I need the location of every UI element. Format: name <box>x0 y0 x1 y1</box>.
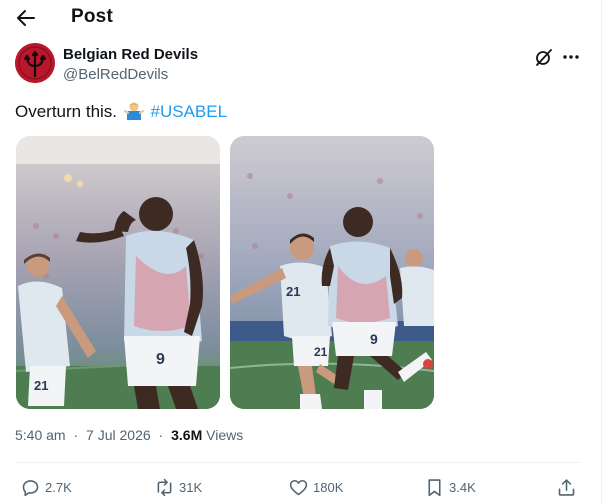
tweet-meta: 5:40 am · 7 Jul 2026 · 3.6M Views <box>15 427 243 443</box>
back-button[interactable] <box>14 6 38 30</box>
media-photo-1[interactable]: 21 9 <box>16 136 220 409</box>
man-shrugging-icon <box>123 100 144 126</box>
tweet-body: Overturn this. <box>15 102 118 121</box>
bookmark-button[interactable]: 3.4K <box>424 476 476 498</box>
like-count: 180K <box>313 479 344 495</box>
author-handle[interactable]: @BelRedDevils <box>63 66 168 83</box>
repost-button[interactable]: 31K <box>154 476 202 498</box>
meta-separator-2: · <box>158 427 164 443</box>
grok-button[interactable] <box>534 47 554 67</box>
trident-logo-icon <box>15 43 55 83</box>
more-options-button[interactable] <box>561 47 581 67</box>
header: Post <box>0 0 600 36</box>
repost-icon <box>157 478 172 496</box>
author-display-name[interactable]: Belgian Red Devils <box>63 46 198 63</box>
like-button[interactable]: 180K <box>288 476 343 498</box>
svg-text:9: 9 <box>370 331 378 347</box>
bookmark-icon <box>428 478 441 496</box>
tweet-date[interactable]: 7 Jul 2026 <box>86 427 151 443</box>
photo-player-celebrating-shush: 21 9 <box>16 136 220 409</box>
tweet-time[interactable]: 5:40 am <box>15 427 66 443</box>
heart-icon <box>289 479 308 495</box>
svg-text:21: 21 <box>314 345 328 359</box>
views-count: 3.6M <box>171 427 203 443</box>
divider <box>15 462 581 463</box>
more-horizontal-icon <box>563 55 579 59</box>
share-icon <box>558 478 575 496</box>
tweet-text: Overturn this. #USABEL <box>15 100 227 126</box>
arrow-left-icon <box>17 10 35 26</box>
svg-text:9: 9 <box>156 351 165 368</box>
page-title: Post <box>71 6 113 27</box>
avatar[interactable] <box>15 43 55 83</box>
meta-separator: · <box>73 427 79 443</box>
share-button[interactable] <box>556 476 581 498</box>
reply-button[interactable]: 2.7K <box>20 476 72 498</box>
svg-text:21: 21 <box>34 378 48 393</box>
repost-count: 31K <box>179 479 203 495</box>
svg-text:21: 21 <box>286 284 300 299</box>
views-label: Views <box>206 427 244 443</box>
media-photo-2[interactable]: 21 21 9 <box>230 136 434 409</box>
photo-players-running-celebration: 21 21 9 <box>230 136 434 409</box>
bookmark-count: 3.4K <box>449 479 476 495</box>
grok-icon <box>536 49 552 66</box>
reply-count: 2.7K <box>45 479 72 495</box>
page-border <box>601 0 602 504</box>
hashtag-link[interactable]: #USABEL <box>151 102 228 121</box>
reply-icon <box>22 479 39 496</box>
